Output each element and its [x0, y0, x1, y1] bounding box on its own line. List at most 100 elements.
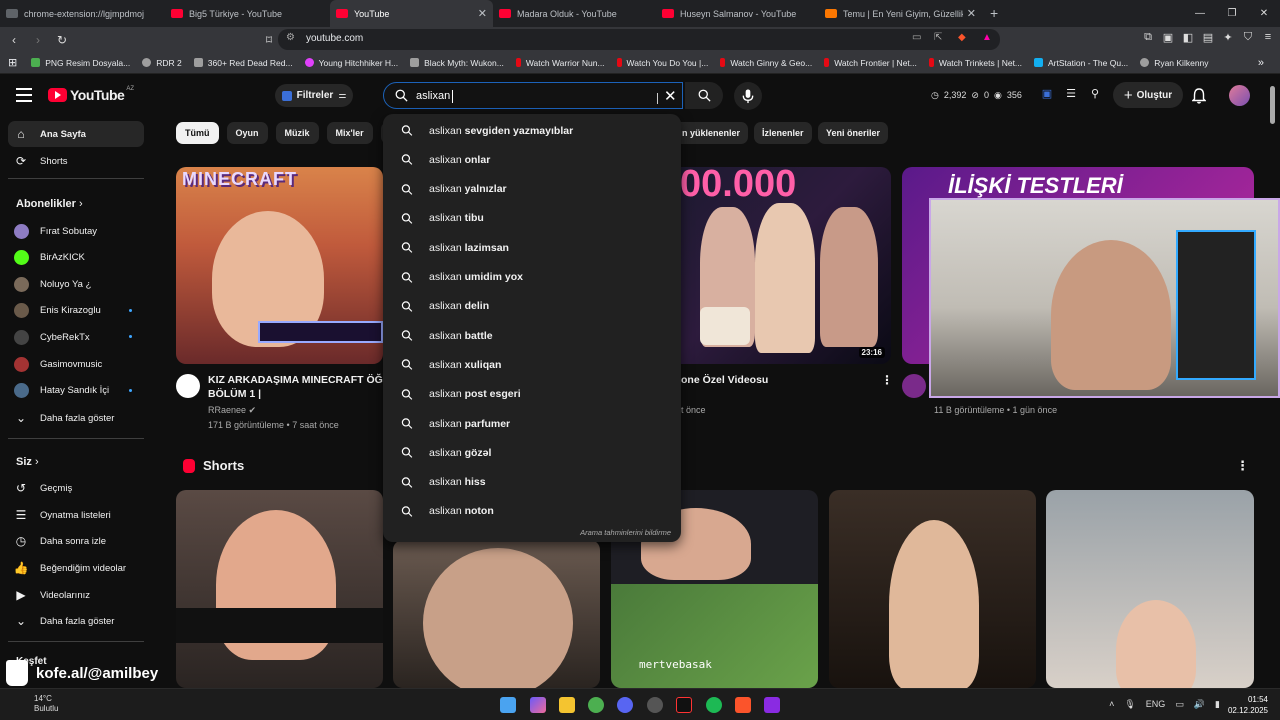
tab-temu[interactable]: Temu | En Yeni Giyim, Güzellik, Ev, To✕ — [819, 0, 982, 27]
subscriptions-heading[interactable]: Abonelikler › — [16, 198, 83, 210]
sidebar-item-subscription[interactable]: Fırat Sobutay — [8, 218, 144, 244]
spotify-icon[interactable] — [706, 697, 722, 713]
report-suggestions-link[interactable]: Arama tahminlerini bildirme — [580, 528, 671, 537]
tab-youtube-active[interactable]: YouTube ✕ — [330, 0, 493, 27]
site-info-icon[interactable]: ⚙ — [286, 32, 295, 43]
sidebar-item-home[interactable]: ⌂ Ana Sayfa — [8, 121, 144, 147]
browser-menu-icon[interactable]: ≡ — [1262, 31, 1274, 44]
search-suggestion-item[interactable]: aslixan hiss — [383, 468, 681, 497]
battery-icon[interactable]: ▮ — [1215, 699, 1220, 710]
search-suggestion-item[interactable]: aslixan post esgeri — [383, 380, 681, 409]
chip-new-recommendations[interactable]: Yeni öneriler — [818, 122, 889, 144]
bookmark-item[interactable]: Watch Ginny & Geo... — [720, 58, 812, 68]
chip-mixes[interactable]: Mix'ler — [326, 122, 373, 144]
video-title-line2[interactable]: BÖLÜM 1 | — [208, 387, 261, 401]
sidebar-item-subscription[interactable]: Noluyo Ya ¿ — [8, 271, 144, 297]
sidebar-icon[interactable]: ▣ — [1162, 31, 1174, 44]
search-suggestion-item[interactable]: aslixan yalnızlar — [383, 175, 681, 204]
wallet-icon[interactable]: ▤ — [1202, 31, 1214, 44]
short-thumbnail[interactable] — [1046, 490, 1254, 688]
sidebar-item-subscription[interactable]: Gasimovmusic — [8, 351, 144, 377]
sidebar-item-subscription[interactable]: BirAzKICK — [8, 245, 144, 271]
close-window-icon[interactable]: ✕ — [1248, 0, 1280, 27]
bookmark-item[interactable]: Black Myth: Wukon... — [410, 58, 504, 68]
new-tab-icon[interactable]: + — [982, 0, 1006, 27]
bookmark-item[interactable]: Watch You Do You |... — [616, 58, 708, 68]
discord-icon[interactable] — [617, 697, 633, 713]
sidebar-item-subscription[interactable]: Enis Kirazoglu — [8, 298, 144, 324]
network-icon[interactable]: ▭ — [1175, 699, 1184, 710]
bookmark-item[interactable]: RDR 2 — [142, 58, 182, 68]
sidebar-item-watch-later[interactable]: ◷ Daha sonra izle — [8, 528, 144, 554]
you-heading[interactable]: Siz › — [16, 456, 39, 468]
video-title[interactable]: one Özel Videosu — [681, 373, 768, 387]
more-actions-icon[interactable]: ⋮ — [881, 373, 893, 387]
microphone-icon[interactable]: 🎙 — [1124, 699, 1135, 710]
chip-all[interactable]: Tümü — [176, 122, 219, 144]
short-thumbnail[interactable] — [829, 490, 1036, 688]
sidebar-item-subscription[interactable]: CybeRekTx — [8, 324, 144, 350]
bookmark-item[interactable]: ArtStation - The Qu... — [1034, 58, 1128, 68]
file-explorer-icon[interactable] — [559, 697, 575, 713]
search-suggestion-item[interactable]: aslixan noton — [383, 497, 681, 526]
tab-huseyn[interactable]: Huseyn Salmanov - YouTube — [656, 0, 819, 27]
search-suggestion-item[interactable]: aslixan delin — [383, 292, 681, 321]
search-suggestion-item[interactable]: aslixan parfumer — [383, 409, 681, 438]
back-icon[interactable]: ‹ — [4, 33, 24, 47]
cast-icon[interactable]: ▭ — [912, 32, 921, 43]
clear-search-icon[interactable]: ✕ — [664, 87, 677, 105]
vpn-icon[interactable]: ⛉ — [1242, 31, 1254, 44]
bookmark-icon[interactable]: ⌑ — [259, 33, 279, 47]
tab-madara[interactable]: Madara Olduk - YouTube — [493, 0, 656, 27]
extension-q-icon[interactable]: ▣ — [1040, 87, 1054, 100]
sidebar-item-subscription[interactable]: Hatay Sandık İçi — [8, 378, 144, 404]
split-view-icon[interactable]: ◧ — [1182, 31, 1194, 44]
restore-icon[interactable]: ❐ — [1216, 0, 1248, 27]
chip-music[interactable]: Müzik — [275, 122, 319, 144]
brave-shield-icon[interactable]: ◆ — [958, 32, 966, 43]
tiktok-icon[interactable] — [676, 697, 692, 713]
voice-search-button[interactable] — [734, 82, 762, 110]
search-suggestion-item[interactable]: aslixan onlar — [383, 145, 681, 174]
bookmark-item[interactable]: 360+ Red Dead Red... — [193, 58, 293, 68]
reload-icon[interactable]: ↻ — [52, 33, 72, 47]
url-field[interactable]: ⚙ youtube.com ▭ ⇱ ◆ ▲ — [278, 29, 1000, 50]
chip-watched[interactable]: İzlenenler — [754, 122, 812, 144]
leo-icon[interactable]: ✦ — [1222, 31, 1234, 44]
channel-avatar[interactable] — [902, 374, 926, 398]
channel-avatar[interactable] — [176, 374, 200, 398]
brave-icon[interactable] — [735, 697, 751, 713]
volume-icon[interactable]: 🔊 — [1194, 699, 1205, 710]
chip-recently-uploaded[interactable]: n yüklenenler — [674, 122, 749, 144]
search-suggestion-item[interactable]: aslixan lazimsan — [383, 233, 681, 262]
notifications-bell-icon[interactable] — [1192, 88, 1206, 104]
tab-extension[interactable]: chrome-extension://lgjmpdmojkpoc — [0, 0, 165, 27]
tab-big5[interactable]: Big5 Türkiye - YouTube — [165, 0, 330, 27]
bookmark-item[interactable]: Watch Warrior Nun... — [515, 58, 605, 68]
share-icon[interactable]: ⇱ — [934, 32, 942, 43]
chrome-icon[interactable] — [588, 697, 604, 713]
brave-rewards-icon[interactable]: ▲ — [982, 32, 992, 43]
cast-icon[interactable]: ⚲ — [1088, 87, 1102, 100]
tray-expand-icon[interactable]: ˄ — [1109, 699, 1114, 710]
list-settings-icon[interactable]: ☰ — [1064, 87, 1078, 100]
video-thumbnail[interactable]: MINECRAFT — [176, 167, 383, 364]
close-tab-icon[interactable]: ✕ — [967, 7, 976, 20]
create-button[interactable]: + Oluştur — [1113, 82, 1183, 108]
channel-name[interactable]: RRaenee ✔ — [208, 403, 256, 417]
extensions-icon[interactable]: ⧉ — [1142, 31, 1154, 44]
chip-gaming[interactable]: Oyun — [226, 122, 268, 144]
search-suggestion-item[interactable]: aslixan battle — [383, 321, 681, 350]
steam-icon[interactable] — [647, 697, 663, 713]
video-title[interactable]: KIZ ARKADAŞIMA MINECRAFT ÖĞRE — [208, 373, 384, 387]
sidebar-item-show-more[interactable]: ⌄ Daha fazla göster — [8, 405, 144, 431]
hamburger-menu-icon[interactable] — [16, 88, 32, 102]
forward-icon[interactable]: › — [28, 33, 48, 47]
start-icon[interactable] — [500, 697, 516, 713]
copilot-icon[interactable] — [530, 697, 546, 713]
bookmark-item[interactable]: Watch Frontier | Net... — [824, 58, 917, 68]
search-suggestion-item[interactable]: aslixan xuliqan — [383, 350, 681, 379]
search-suggestion-item[interactable]: aslixan sevgiden yazmayıblar — [383, 116, 681, 145]
bookmark-item[interactable]: Watch Trinkets | Net... — [928, 58, 1022, 68]
sidebar-item-liked-videos[interactable]: 👍 Beğendiğim videolar — [8, 555, 144, 581]
